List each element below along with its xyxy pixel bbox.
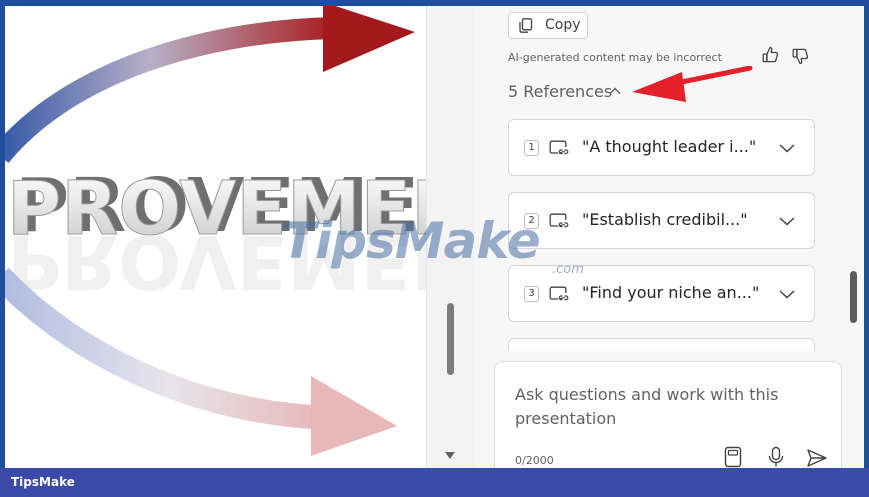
chevron-down-icon[interactable] bbox=[778, 142, 796, 154]
chevron-down-icon[interactable] bbox=[778, 215, 796, 227]
reference-card-4[interactable] bbox=[508, 338, 815, 351]
thumbs-down-icon[interactable] bbox=[792, 48, 809, 66]
reference-text: "A thought leader i..." bbox=[582, 137, 757, 156]
reference-card-2[interactable]: 2 "Establish credibil..." bbox=[508, 192, 815, 249]
ai-disclaimer: AI-generated content may be incorrect bbox=[508, 51, 722, 64]
copy-icon bbox=[519, 18, 533, 33]
chat-input[interactable]: Ask questions and work with this present… bbox=[515, 383, 805, 431]
reference-number: 3 bbox=[524, 286, 539, 302]
notebook-icon[interactable] bbox=[724, 446, 742, 468]
copy-button[interactable]: Copy bbox=[508, 12, 588, 39]
reference-text: "Establish credibil..." bbox=[582, 210, 748, 229]
microphone-icon[interactable] bbox=[768, 446, 784, 468]
copy-label: Copy bbox=[545, 17, 581, 33]
slide-link-icon bbox=[549, 286, 569, 301]
thumbs-up-icon[interactable] bbox=[762, 46, 779, 64]
reference-number: 1 bbox=[524, 140, 539, 156]
chevron-down-icon[interactable] bbox=[778, 288, 796, 300]
pane-scroll-thumb[interactable] bbox=[850, 271, 857, 323]
chat-history: Copy AI-generated content may be incorre… bbox=[475, 6, 847, 351]
slide-link-icon bbox=[549, 140, 569, 155]
chevron-up-icon[interactable] bbox=[608, 86, 622, 96]
scroll-down-arrow-icon[interactable] bbox=[445, 452, 455, 459]
send-icon[interactable] bbox=[806, 448, 828, 468]
chat-compose-box: Ask questions and work with this present… bbox=[494, 361, 842, 473]
character-count: 0/2000 bbox=[515, 454, 554, 467]
footer-bar: TipsMake bbox=[0, 468, 869, 497]
reference-card-1[interactable]: 1 "A thought leader i..." bbox=[508, 119, 815, 176]
watermark: TipsMake bbox=[282, 212, 541, 270]
reference-text: "Find your niche an..." bbox=[582, 283, 760, 302]
slide-link-icon bbox=[549, 213, 569, 228]
watermark-suffix: .com bbox=[552, 262, 584, 277]
references-toggle[interactable]: 5 References bbox=[508, 82, 612, 101]
annotation-arrow-icon bbox=[632, 66, 753, 102]
footer-brand: TipsMake bbox=[11, 475, 75, 489]
slide-scroll-thumb[interactable] bbox=[447, 303, 454, 375]
